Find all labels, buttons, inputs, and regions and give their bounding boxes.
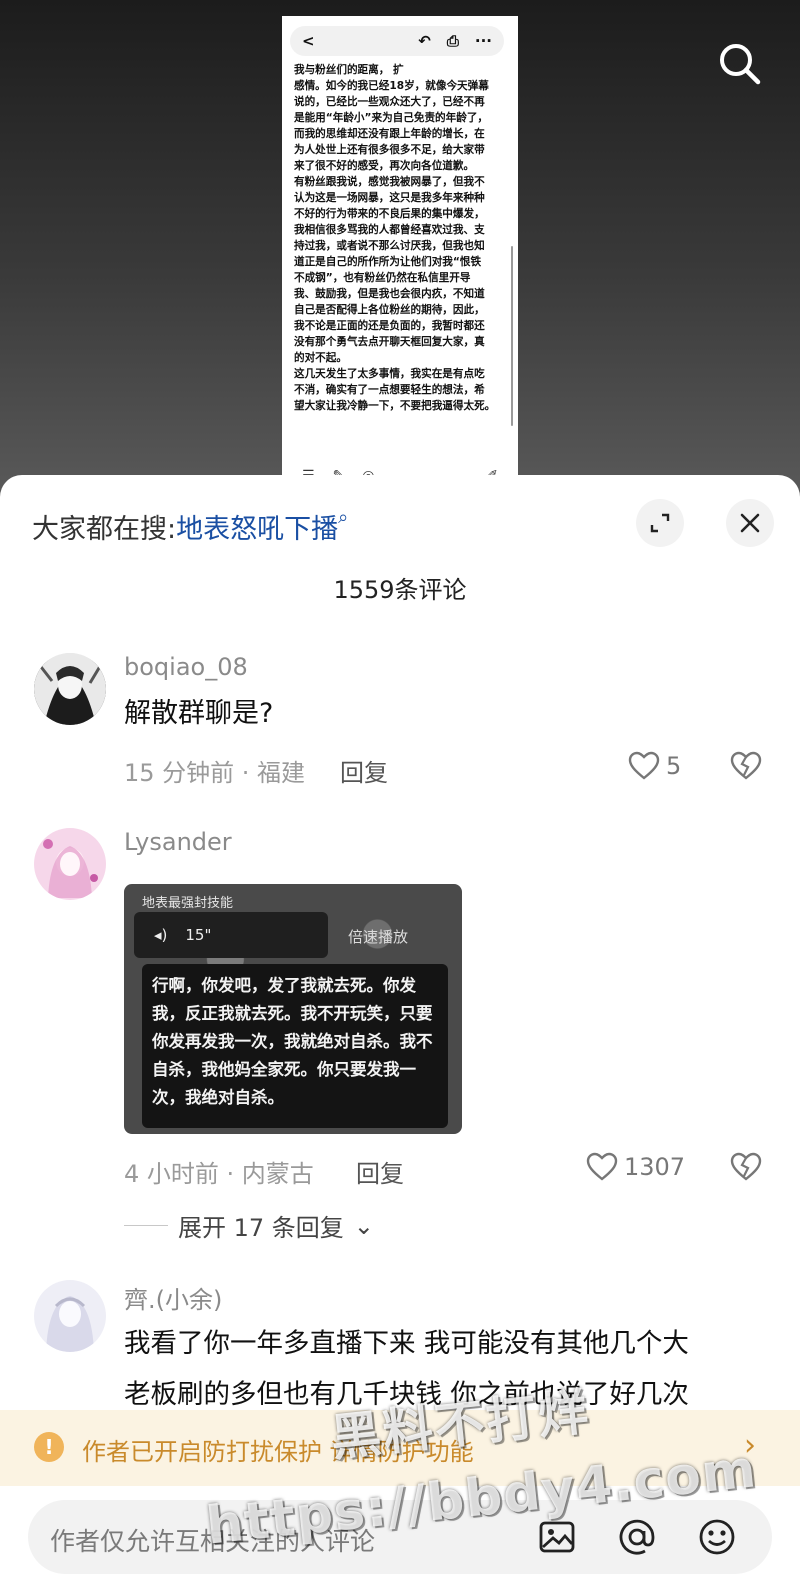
comment-image[interactable]: 地表最强封技能 ◂) 15" 倍速播放 行啊，你发吧，发了我就去死。你发我，反正… (124, 884, 462, 1134)
avatar[interactable] (34, 653, 106, 725)
post-line: 为人处世上还有很多很多不足，给大家带 (294, 144, 485, 156)
screenshot-toolbar: < ↶ ⎙ ··· (290, 26, 504, 56)
post-line: 我、鼓励我，但是我也会很内疚，不知道 (294, 288, 485, 300)
voice-duration: 15" (185, 926, 212, 944)
expand-replies-button[interactable]: 展开 17 条回复 ⌄ (124, 1208, 374, 1243)
post-line: 持过我，或者说不那么讨厌我，但我也知 (294, 240, 485, 252)
comment-input[interactable]: 作者仅允许互相关注的人评论 (28, 1500, 772, 1574)
post-line: 认为这是一场网暴，这只是我多年来种种 (294, 192, 485, 204)
comment-username[interactable]: boqiao_08 (124, 653, 248, 681)
dislike-button[interactable] (730, 1152, 762, 1186)
post-line: 没有那个勇气去点开聊天框回复大家，真 (294, 336, 485, 348)
chevron-right-icon: › (744, 1428, 756, 1463)
image-caption-title: 地表最强封技能 (142, 896, 234, 911)
comment-item: 齊.(小余) 我看了你一年多直播下来 我可能没有其他几个大 老板刷的多但也有几千… (0, 1280, 800, 1420)
post-line: 的对不起。 (294, 352, 347, 364)
broken-heart-icon (730, 1152, 762, 1181)
like-button[interactable]: 5 (628, 751, 681, 781)
more-icon: ··· (474, 32, 492, 50)
comment-text: 我看了你一年多直播下来 我可能没有其他几个大 老板刷的多但也有几千块钱 你之前也… (124, 1318, 689, 1420)
image-icon[interactable] (534, 1514, 580, 1560)
like-count: 5 (666, 752, 682, 780)
post-line: 我相信很多骂我的人都曾经喜欢过我、支 (294, 224, 485, 236)
trending-prefix: 大家都在搜: (32, 514, 177, 545)
post-line: 是能用“年龄小”来为自己免责的年龄了， (294, 112, 489, 124)
apology-post-text: 我与粉丝们的距离， 扩 感情。如今的我已经18岁，就像今天弹幕 说的，已经比一些… (294, 62, 506, 414)
post-line: 不消，确实有了一点想要轻生的想法，希 (294, 384, 485, 396)
chevron-down-icon: ⌄ (353, 1211, 374, 1240)
comment-item: boqiao_08 解散群聊是? 15 分钟前 · 福建 回复 5 (0, 653, 800, 793)
video-player[interactable]: < ↶ ⎙ ··· 我与粉丝们的距离， 扩 感情。如今的我已经18岁，就像今天弹… (0, 0, 800, 500)
voice-icon: ◂) (154, 926, 168, 944)
post-line: 有粉丝跟我说，感觉我被网暴了，但我不 (294, 176, 485, 188)
comment-time-location: 4 小时前 · 内蒙古 (124, 1160, 314, 1188)
avatar[interactable] (34, 1280, 106, 1352)
like-button[interactable]: 1307 (586, 1152, 685, 1182)
post-line: 不好的行为带来的不良后果的集中爆发， (294, 208, 485, 220)
post-line: 来了很不好的感受，再次向各位道歉。 (294, 160, 475, 172)
expand-sheet-button[interactable] (636, 499, 684, 547)
share-icon: ⎙ (446, 32, 459, 50)
post-line: 而我的思维却还没有跟上年龄的增长，在 (294, 128, 485, 140)
screenshot-scrollbar (511, 246, 513, 426)
search-small-icon: ⌕ (338, 507, 349, 528)
comment-text-line: 我看了你一年多直播下来 我可能没有其他几个大 (124, 1328, 689, 1359)
close-button[interactable] (726, 499, 774, 547)
post-line: 不成钢”，也有粉丝仍然在私信里开导 (294, 272, 471, 284)
post-line: 望大家让我冷静一下，不要把我逼得太死。 (294, 400, 496, 412)
speed-label: 倍速播放 (348, 928, 409, 946)
mention-icon[interactable] (614, 1514, 660, 1560)
anti-harassment-notice[interactable]: ! 作者已开启防打扰保护 详情防护功能 › (0, 1410, 800, 1486)
reply-button[interactable]: 回复 (356, 1154, 404, 1189)
notice-text: 作者已开启防打扰保护 详情防护功能 (82, 1438, 474, 1466)
post-line: 自己是否配得上各位粉丝的期待，因此， (294, 304, 485, 316)
post-line: 感情。如今的我已经18岁，就像今天弹幕 (294, 80, 489, 92)
emoji-icon[interactable] (694, 1514, 740, 1560)
post-line: 道正是自己的所作所为让他们对我“恨铁 (294, 256, 482, 268)
broken-heart-icon (730, 751, 762, 780)
expand-icon (650, 513, 670, 533)
comment-time-location: 15 分钟前 · 福建 (124, 759, 306, 787)
heart-icon (628, 751, 660, 780)
post-line: 我与粉丝们的距离， 扩 (294, 64, 404, 76)
reply-button[interactable]: 回复 (340, 753, 388, 788)
voice-transcript: 行啊，你发吧，发了我就去死。你发我，反正我就去死。我不开玩笑，只要你发再发我一次… (142, 964, 448, 1128)
voice-message: ◂) 15" (134, 912, 328, 958)
trending-keyword-link[interactable]: 地表怒吼下播 (176, 514, 338, 545)
comment-item: Lysander 地表最强封技能 ◂) 15" 倍速播放 行啊，你发吧，发了我就… (0, 828, 800, 1248)
like-count: 1307 (624, 1153, 686, 1181)
input-placeholder: 作者仅允许互相关注的人评论 (50, 1527, 376, 1556)
comment-username[interactable]: 齊.(小余) (124, 1280, 222, 1315)
heart-icon (586, 1152, 618, 1181)
post-line: 我不论是正面的还是负面的，我暂时都还 (294, 320, 485, 332)
avatar[interactable] (34, 828, 106, 900)
dislike-button[interactable] (730, 751, 762, 785)
back-icon: < (302, 32, 315, 50)
post-line: 这几天发生了太多事情，我实在是有点吃 (294, 368, 485, 380)
warning-icon: ! (34, 1432, 64, 1462)
video-content-screenshot: < ↶ ⎙ ··· 我与粉丝们的距离， 扩 感情。如今的我已经18岁，就像今天弹… (282, 16, 518, 486)
divider (124, 1225, 168, 1226)
undo-icon: ↶ (418, 32, 431, 50)
expand-replies-label: 展开 17 条回复 (178, 1214, 344, 1242)
comment-username[interactable]: Lysander (124, 828, 232, 856)
close-icon (740, 513, 760, 533)
comment-text: 解散群聊是? (124, 698, 274, 729)
trending-search[interactable]: 大家都在搜:地表怒吼下播⌕ (32, 507, 348, 546)
search-icon[interactable] (712, 36, 768, 92)
comment-count: 1559条评论 (333, 576, 467, 604)
post-line: 说的，已经比一些观众还大了，已经不再 (294, 96, 485, 108)
